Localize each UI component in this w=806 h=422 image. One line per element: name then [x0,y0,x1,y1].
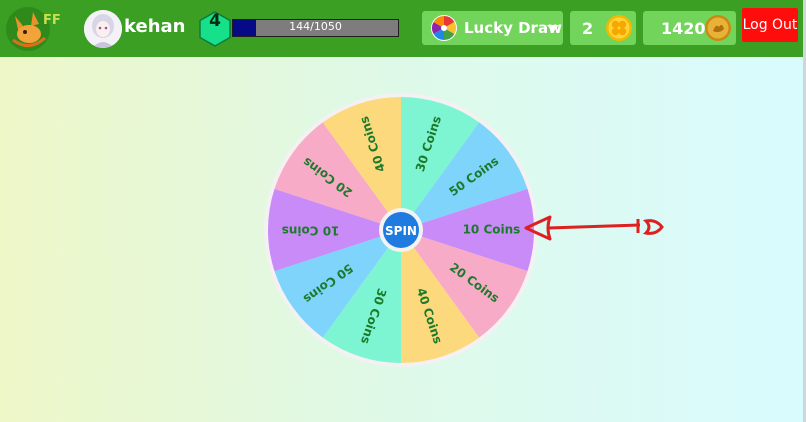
color-wheel-icon [431,15,457,41]
level-number: 4 [209,11,221,31]
xp-progress-bar: 144/1050 [232,19,399,37]
username[interactable]: kehan [124,16,185,37]
spin-wheel[interactable]: 30 Coins50 Coins10 Coins20 Coins40 Coins… [263,92,539,368]
tickets-count: 2 [582,19,594,38]
tickets-counter: 2 [570,11,636,45]
avatar[interactable] [84,10,122,48]
top-bar: FF kehan 4 144/1050 Lucky Draw 2 1420 Lo… [0,0,806,57]
wheel-segment-label: 10 Coins [282,224,340,238]
chevron-down-icon [547,25,559,32]
coins-counter: 1420 [643,11,736,45]
coins-count: 1420 [661,19,706,38]
fox-logo-icon[interactable] [3,4,55,54]
logout-button[interactable]: Log Out [742,8,798,42]
logo-text: FF [43,13,61,28]
wheel-segment-label: 10 Coins [463,223,521,237]
xp-text: 144/1050 [289,20,342,33]
lucky-draw-dropdown[interactable]: Lucky Draw [422,11,563,45]
avatar-image [84,10,122,48]
clover-coin-icon [606,15,632,41]
spin-label: SPIN [385,224,417,238]
gold-coin-icon [705,15,731,41]
arrow-pointer-icon [524,215,664,241]
